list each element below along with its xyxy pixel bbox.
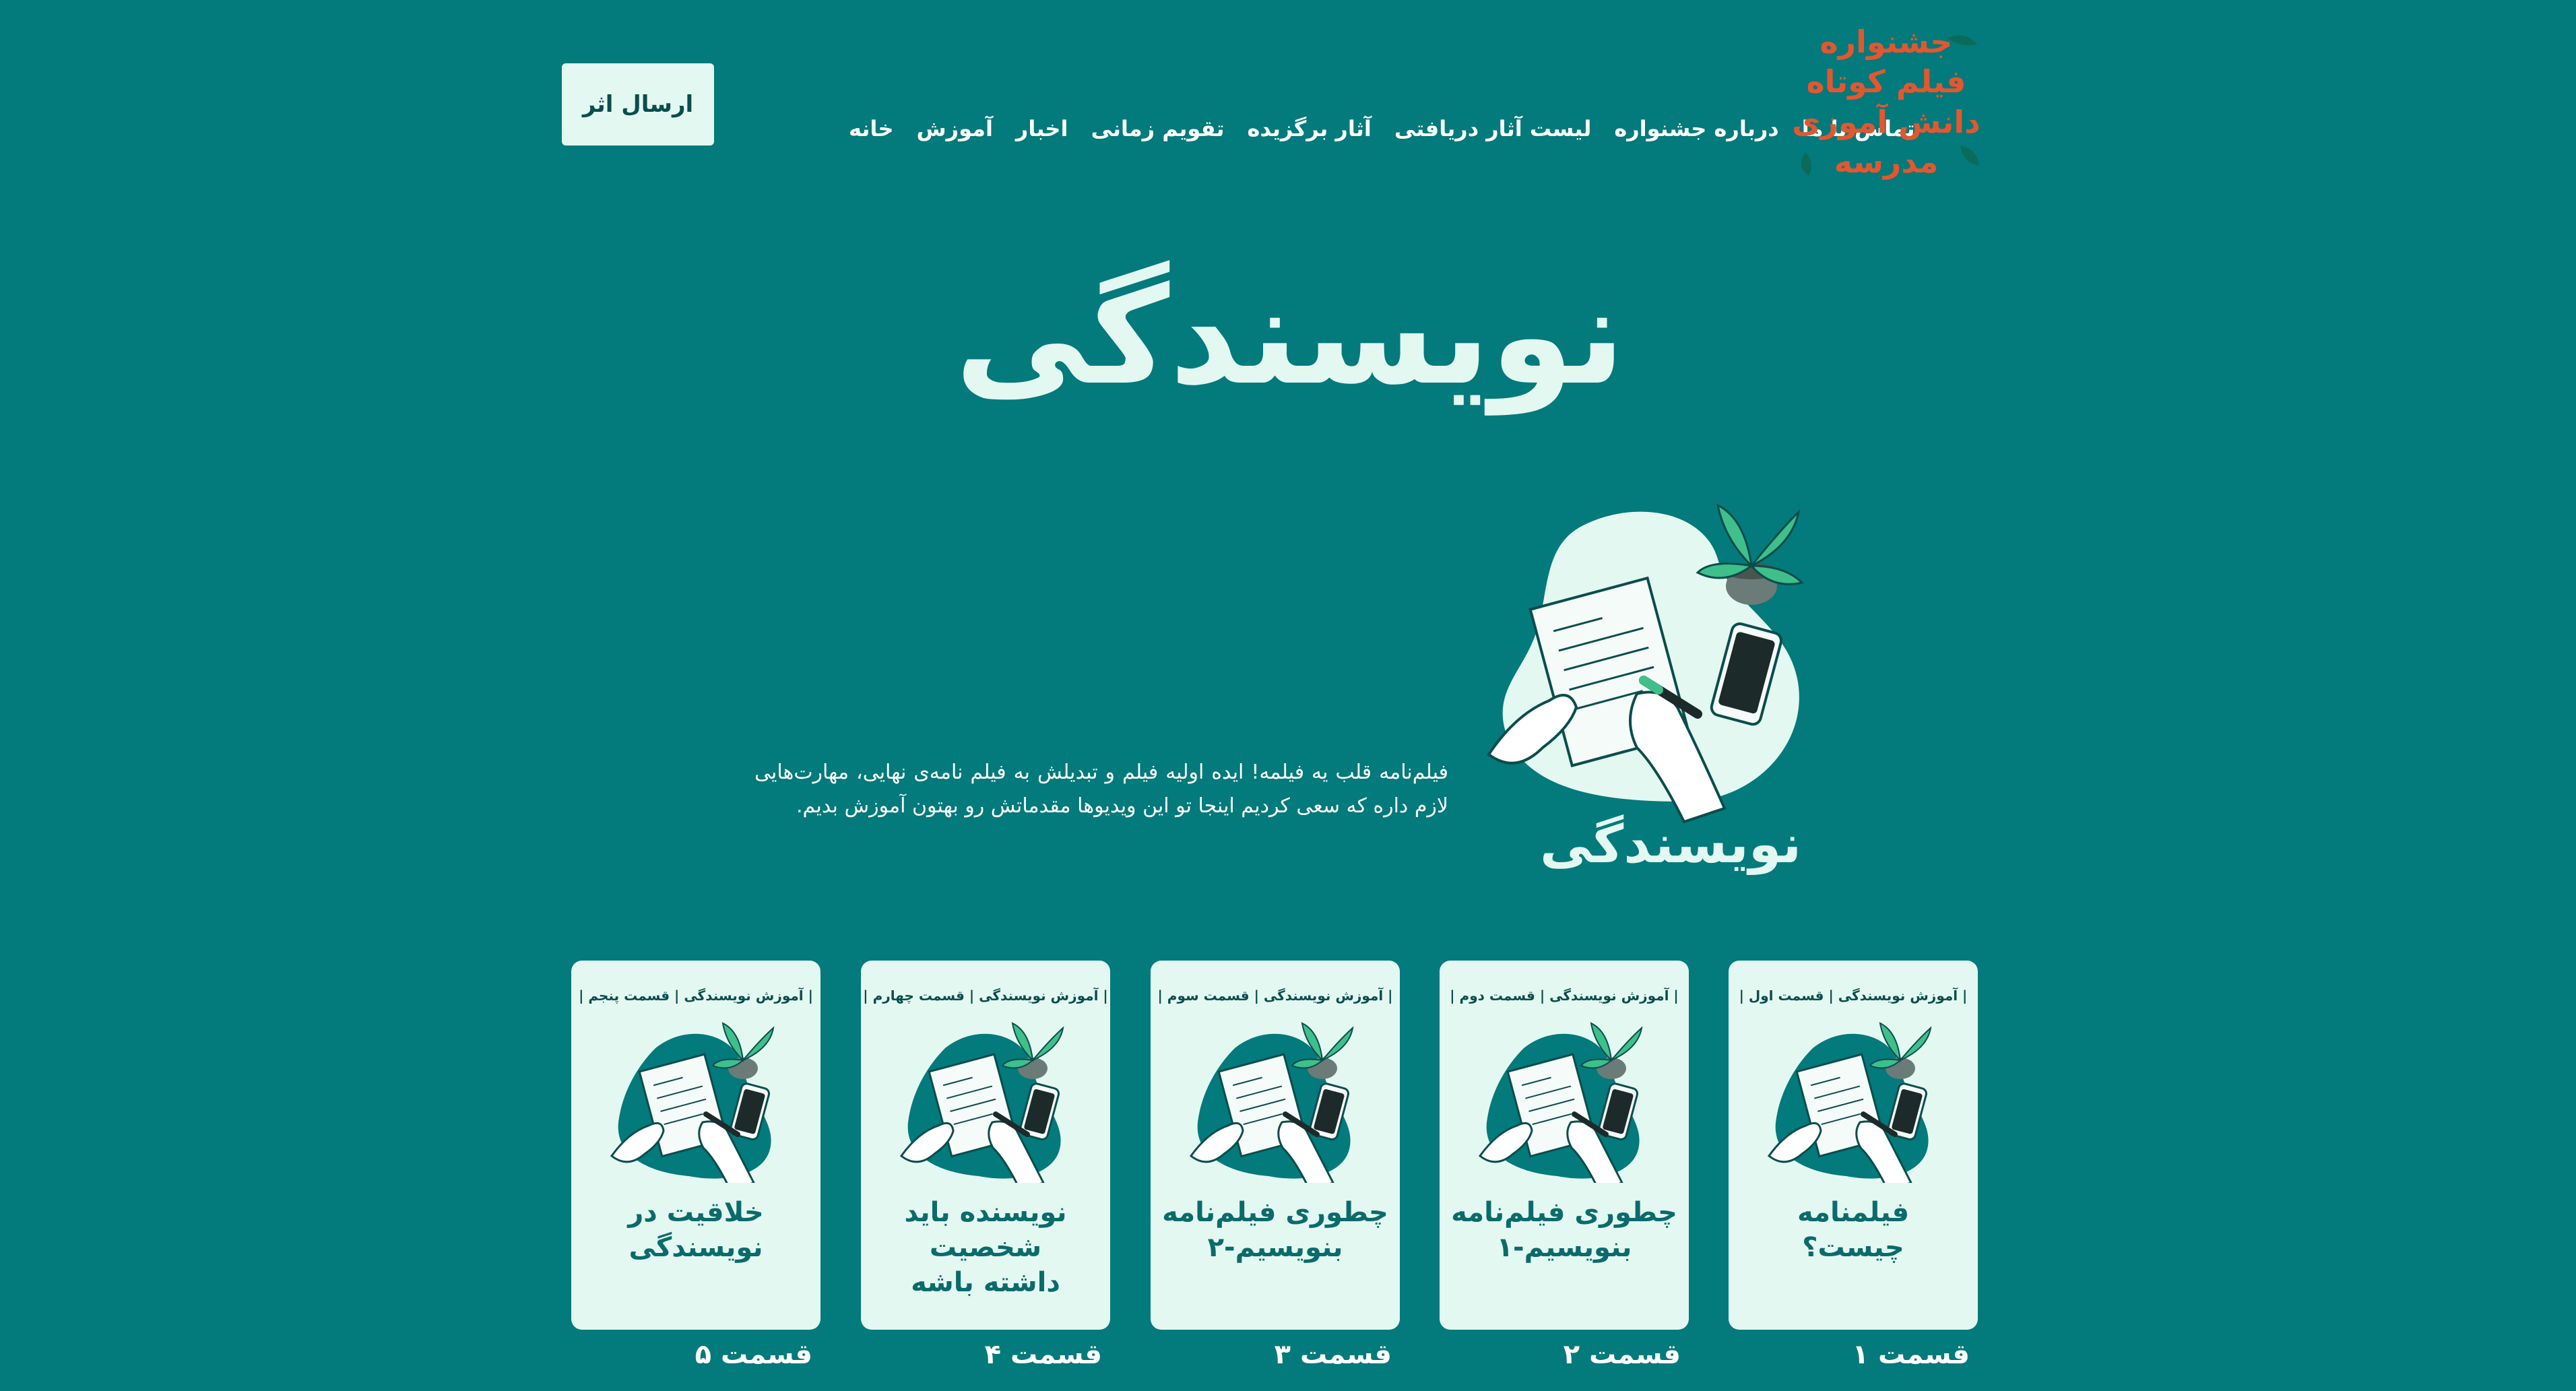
card-title-line: خلاقیت در (628, 1197, 765, 1228)
card-title-line: بنویسیم-۱ (1496, 1232, 1633, 1263)
episode-card[interactable]: | آموزش نویسندگی | قسمت دوم | چطوری فیلم… (1440, 961, 1689, 1330)
logo-line: فیلم کوتاه (1806, 63, 1967, 100)
card-illustration (898, 1021, 1073, 1191)
nav-item-tutorial[interactable]: آموزش (917, 116, 993, 156)
card-title: چطوری فیلم‌نامه بنویسیم-۲ (1157, 1195, 1393, 1265)
card-title-line: نویسندگی (629, 1232, 764, 1263)
episode-caption[interactable]: قسمت ۲ (1431, 1339, 1681, 1370)
festival-logo[interactable]: جشنواره فیلم کوتاه دانش آموزی مدرسه (1792, 24, 1981, 179)
logo-line: جشنواره (1820, 24, 1954, 60)
nav-item-news[interactable]: اخبار (1016, 116, 1068, 156)
episode-caption[interactable]: قسمت ۴ (853, 1339, 1102, 1370)
nav-item-selected-works[interactable]: آثار برگزیده (1247, 116, 1371, 156)
nav-item-calendar[interactable]: تقویم زمانی (1091, 116, 1224, 156)
card-title-line: داشته باشه (911, 1267, 1061, 1298)
card-title-line: بنویسیم-۲ (1207, 1232, 1344, 1263)
card-header: | آموزش نویسندگی | قسمت سوم | (1157, 988, 1393, 1004)
episode-card[interactable]: | آموزش نویسندگی | قسمت پنجم | خلاقیت در… (571, 961, 820, 1330)
card-title: فیلمنامه چیست؟ (1735, 1195, 1971, 1265)
card-header: | آموزش نویسندگی | قسمت دوم | (1450, 988, 1679, 1004)
intro-paragraph: فیلم‌نامه قلب یه فیلمه! ایده اولیه فیلم … (754, 761, 1448, 818)
main-nav: خانه آموزش اخبار تقویم زمانی آثار برگزید… (849, 116, 1914, 156)
episode-card[interactable]: | آموزش نویسندگی | قسمت چهارم | نویسنده … (861, 961, 1110, 1330)
card-header: | آموزش نویسندگی | قسمت چهارم | (863, 988, 1108, 1004)
episode-caption[interactable]: قسمت ۵ (563, 1339, 812, 1370)
card-illustration (1766, 1021, 1941, 1191)
card-title: خلاقیت در نویسندگی (578, 1195, 814, 1265)
card-title-line: چطوری فیلم‌نامه (1162, 1197, 1389, 1228)
nav-item-received-works[interactable]: لیست آثار دریافتی (1394, 116, 1591, 156)
card-title-line: چطوری فیلم‌نامه (1451, 1197, 1678, 1228)
logo-line: دانش آموزی (1792, 103, 1981, 140)
page-title: نویسندگی (955, 258, 1630, 415)
card-illustration (1188, 1021, 1363, 1191)
card-illustration (1477, 1021, 1652, 1191)
episode-card[interactable]: | آموزش نویسندگی | قسمت سوم | چطوری فیلم… (1151, 961, 1400, 1330)
card-title-line: چیست؟ (1802, 1232, 1904, 1263)
episode-card[interactable]: | آموزش نویسندگی | قسمت اول | فیلمنامه چ… (1729, 961, 1978, 1330)
card-title-line: نویسنده باید شخصیت (904, 1197, 1068, 1263)
card-header: | آموزش نویسندگی | قسمت پنجم | (579, 988, 813, 1004)
card-title: چطوری فیلم‌نامه بنویسیم-۱ (1446, 1195, 1682, 1265)
logo-line: مدرسه (1834, 143, 1940, 180)
card-header: | آموزش نویسندگی | قسمت اول | (1739, 988, 1968, 1004)
card-title: نویسنده باید شخصیت داشته باشه (868, 1195, 1103, 1300)
episode-caption[interactable]: قسمت ۱ (1720, 1339, 1970, 1370)
card-title-line: فیلمنامه (1797, 1197, 1910, 1228)
submit-work-button[interactable]: ارسال اثر (562, 63, 714, 145)
card-illustration (608, 1021, 783, 1191)
hero-caption: نویسندگی (1540, 814, 1801, 875)
nav-item-home[interactable]: خانه (849, 116, 894, 156)
episode-caption[interactable]: قسمت ۳ (1142, 1339, 1392, 1370)
hero-illustration: نویسندگی (1482, 485, 1819, 889)
nav-item-about[interactable]: درباره جشنواره (1614, 116, 1778, 156)
